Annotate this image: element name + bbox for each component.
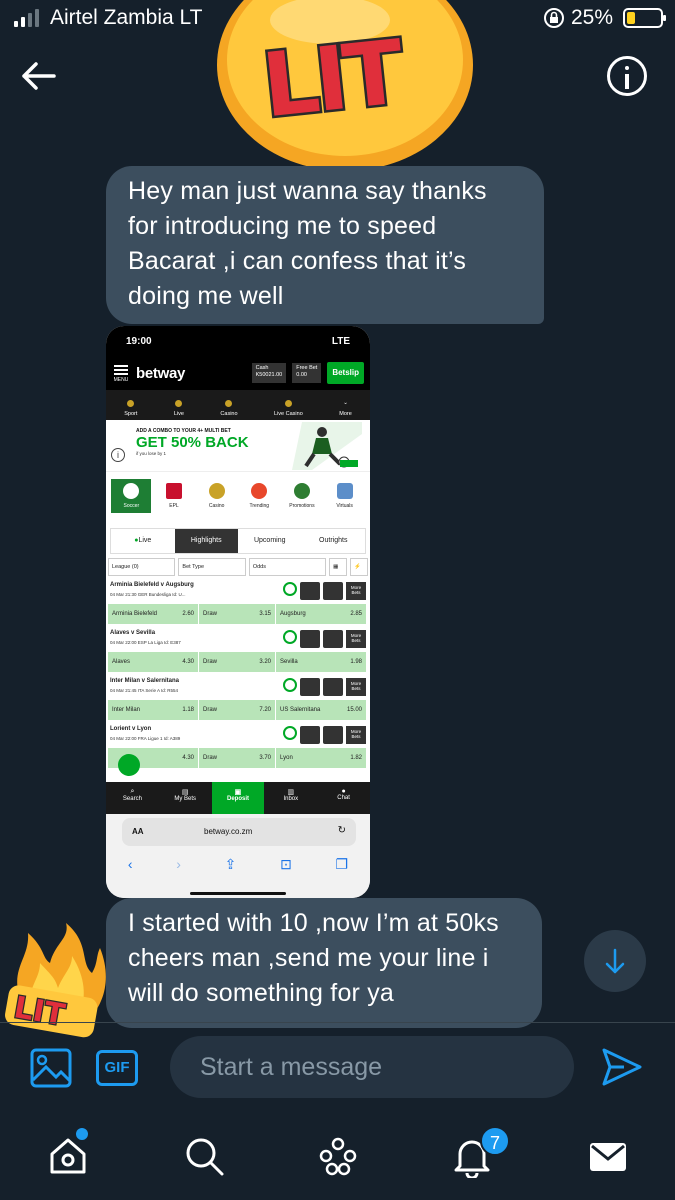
match-card: Alaves v Sevilla 04 Mar 22:00 ESP La Lig… xyxy=(106,628,370,672)
shot-time: 19:00 xyxy=(126,335,152,347)
send-icon[interactable] xyxy=(600,1046,644,1088)
battery-icon xyxy=(623,8,666,28)
filter-league: League (0) xyxy=(108,558,176,576)
home-indicator xyxy=(190,892,286,895)
url-bar: AA betway.co.zm ↻ xyxy=(122,818,356,846)
battery-percent: 25% xyxy=(570,6,613,29)
signal-icon xyxy=(14,9,39,27)
bn-chat: ● Chat xyxy=(337,788,350,801)
match-tabs: ●Live Highlights Upcoming Outrights xyxy=(110,528,366,554)
nav-more: ⌄ More xyxy=(339,400,352,417)
nav-live: Live xyxy=(174,400,184,417)
messages-mail-icon[interactable] xyxy=(586,1134,630,1178)
safari-tabs-icon: ❐ xyxy=(335,856,349,872)
spaces-icon[interactable] xyxy=(316,1134,360,1178)
tab-highlights: Highlights xyxy=(174,529,238,553)
match-card: Inter Milan v Salernitana 04 Mar 21:45 I… xyxy=(106,676,370,720)
filter-bet-type: Bet Type xyxy=(178,558,246,576)
safari-back-icon: ‹ xyxy=(127,856,133,872)
divider xyxy=(0,1022,675,1023)
promo-banner: ADD A COMBO TO YOUR 4+ MULTI BET GET 50%… xyxy=(106,420,370,472)
tab-live: ●Live xyxy=(134,537,152,544)
betway-logo: betway xyxy=(136,364,186,382)
nav-sport: Sport xyxy=(124,400,137,417)
calendar-icon: ▦ xyxy=(329,558,348,576)
nav-casino: Casino xyxy=(220,400,238,417)
bn-deposit: ▣ Deposit xyxy=(211,782,265,814)
lit-sticker: LIT xyxy=(217,0,473,171)
carrier-name: Airtel Zambia LT xyxy=(50,6,203,29)
quick-action-icon xyxy=(118,754,140,776)
safari-bookmarks-icon: ⊡ xyxy=(280,856,292,872)
betslip-button: Betslip xyxy=(327,362,364,384)
orientation-lock-icon xyxy=(543,8,564,28)
soccer-player-image xyxy=(292,422,362,470)
match-card: Arminia Bielefeld v Augsburg 04 Mar 21:3… xyxy=(106,580,370,624)
home-icon[interactable] xyxy=(46,1134,90,1178)
bn-search: ⌕ Search xyxy=(122,788,142,802)
cash-box: Cash K50021.00 xyxy=(251,363,287,383)
cat-trending: Trending xyxy=(239,483,279,509)
svg-text:LIT: LIT xyxy=(11,990,68,1033)
search-icon[interactable] xyxy=(182,1134,226,1178)
safari-share-icon: ⇪ xyxy=(224,856,237,872)
message-bubble[interactable]: I started with 10 ,now I’m at 50ks cheer… xyxy=(106,898,542,1028)
free-bet-box: Free Bet 0.00 xyxy=(292,363,322,383)
bn-inbox: ▥ Inbox xyxy=(283,789,299,802)
bottom-tab-bar xyxy=(0,1124,675,1200)
cat-epl: EPL xyxy=(154,483,194,509)
betway-bottom-nav: ⌕ Search ▤ My Bets ▣ Deposit ▥ Inbox ● Chat xyxy=(106,782,370,814)
tab-outrights: Outrights xyxy=(319,537,348,544)
message-bubble[interactable]: Hey man just wanna say thanks for introd… xyxy=(106,166,544,324)
message-input[interactable] xyxy=(170,1036,574,1098)
fire-lit-sticker: LIT xyxy=(5,923,106,1038)
arrow-down-icon xyxy=(605,948,625,974)
sport-nav: Sport Live Casino Live Casino ⌄ More xyxy=(106,390,370,420)
filter-row: League (0) Bet Type Odds ▦ ⚡ xyxy=(106,554,370,580)
safari-toolbar: AA betway.co.zm ↻ ‹ › ⇪ ⊡ ❐ xyxy=(106,814,370,898)
nav-live-casino: Live Casino xyxy=(274,400,303,417)
filter-odds: Odds xyxy=(248,558,327,576)
info-icon[interactable] xyxy=(607,56,647,96)
tab-upcoming: Upcoming xyxy=(253,537,286,544)
lightning-icon: ⚡ xyxy=(350,558,368,576)
home-unread-dot xyxy=(76,1128,88,1140)
scroll-to-bottom-button[interactable] xyxy=(584,930,646,992)
image-icon[interactable] xyxy=(30,1048,72,1088)
cat-promotions: Promotions xyxy=(282,483,322,509)
shot-network: LTE xyxy=(331,335,350,347)
category-row: Soccer EPL Casino Trending Promotions Vi… xyxy=(106,472,370,520)
notifications-badge: 7 xyxy=(480,1126,510,1156)
cat-soccer: Soccer xyxy=(111,479,152,513)
gif-button[interactable]: GIF xyxy=(96,1050,138,1086)
cat-casino: Casino xyxy=(197,483,237,509)
match-card: Lorient v Lyon 04 Mar 22:00 FRA Ligue 1 … xyxy=(106,724,370,768)
safari-forward-icon: › xyxy=(176,856,181,872)
back-arrow-icon[interactable] xyxy=(18,56,58,96)
svg-text:LIT: LIT xyxy=(258,20,409,137)
reload-icon: ↻ xyxy=(337,825,346,836)
banner-info-icon: i xyxy=(111,448,125,462)
cat-virtuals: Virtuals xyxy=(325,483,365,509)
menu-icon: MENU xyxy=(112,363,130,383)
shared-screenshot-image[interactable]: 19:00 LTE MENU betway Cash K50021.00 Free… xyxy=(106,326,370,898)
bn-my-bets: ▤ My Bets xyxy=(174,789,197,802)
